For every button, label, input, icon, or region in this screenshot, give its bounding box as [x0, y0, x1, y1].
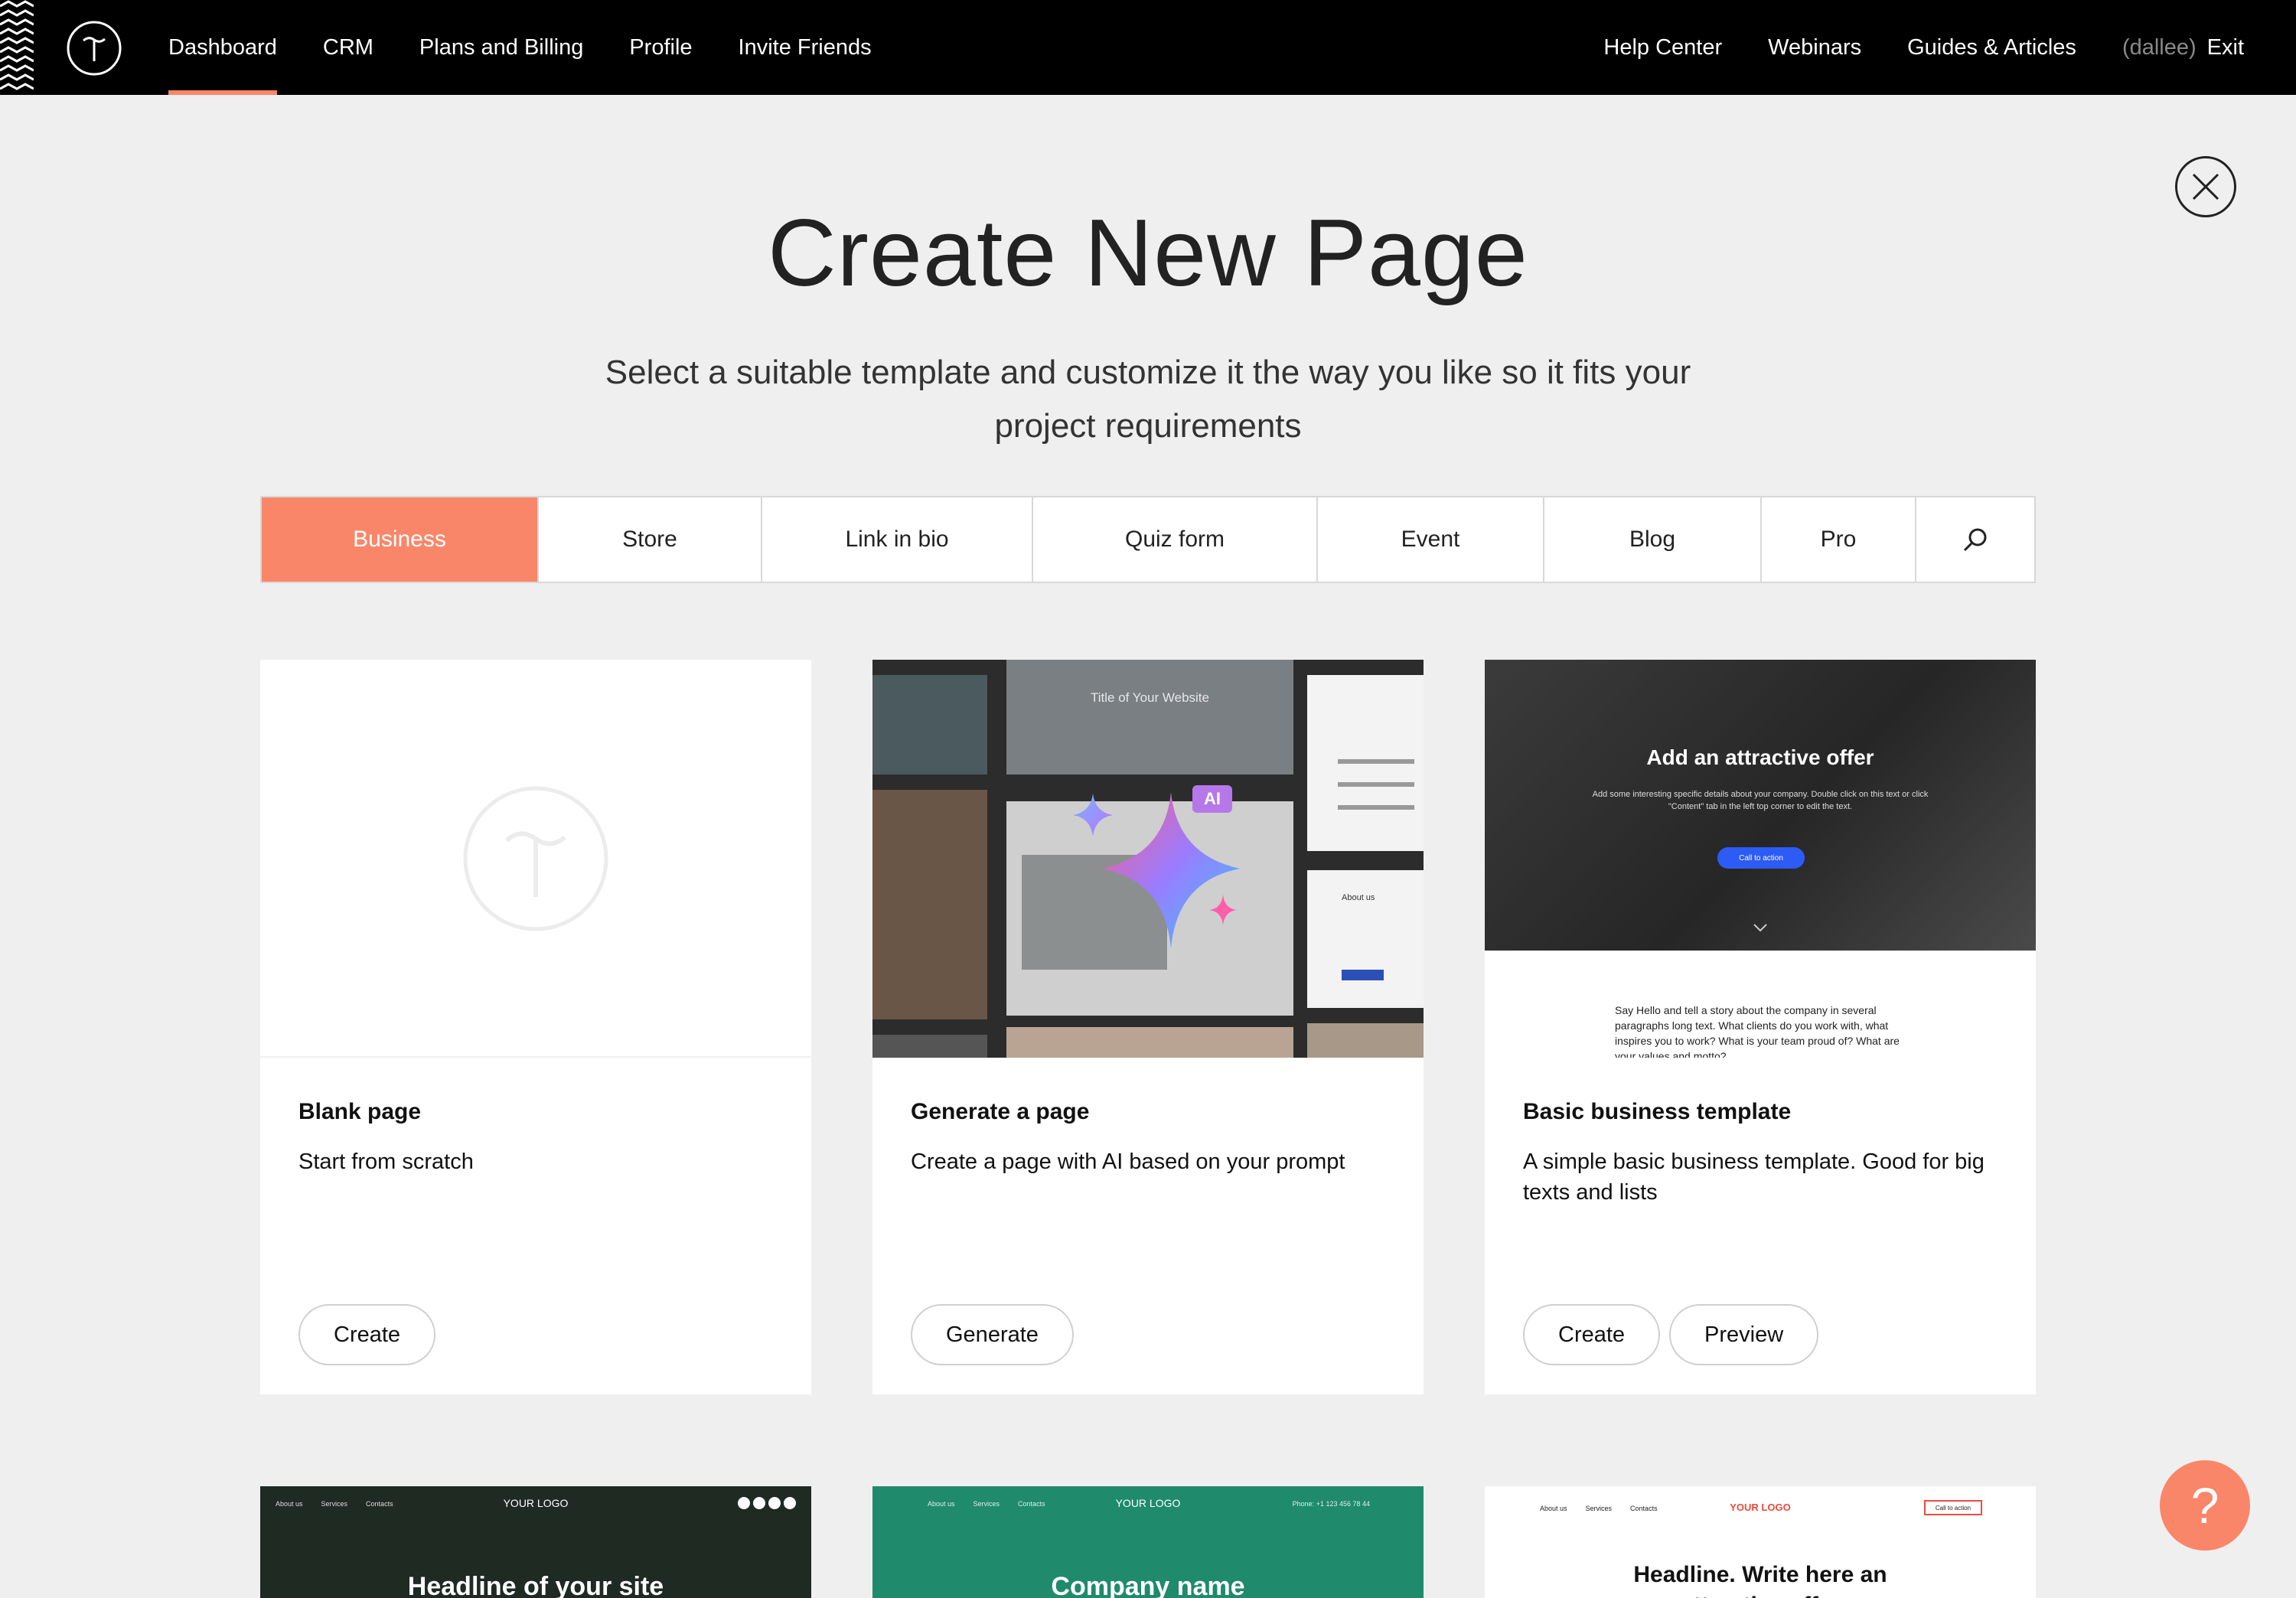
template-card-partial[interactable]: About us Services Contacts YOUR LOGO Headl…: [260, 1486, 811, 1598]
preview-about-panel: About us: [1307, 870, 1424, 1008]
secondary-nav: Help Center Webinars Guides & Articles (…: [1557, 0, 2244, 95]
template-card-generate[interactable]: Title of Your Website About us AI Genera…: [872, 660, 1424, 1394]
preview-about-label: About us: [1342, 893, 1375, 902]
nav-dashboard[interactable]: Dashboard: [168, 0, 277, 95]
username-label: (dallee): [2122, 34, 2197, 60]
template-card-blank[interactable]: Blank page Start from scratch Create: [260, 660, 811, 1394]
template-card-partial[interactable]: About us Services Contacts YOUR LOGO Call …: [1485, 1486, 2036, 1598]
tab-store[interactable]: Store: [539, 497, 762, 582]
chevron-down-icon: [1753, 924, 1767, 932]
page-subtitle: Select a suitable template and customize…: [605, 354, 1691, 445]
preview-headline: Company name: [1051, 1572, 1245, 1598]
preview-list-panel: [1307, 675, 1424, 851]
question-icon: ?: [2190, 1477, 2219, 1534]
card-description: A simple basic business template. Good f…: [1523, 1150, 1985, 1205]
tab-event[interactable]: Event: [1318, 497, 1544, 582]
preview-hero: Title of Your Website: [1006, 660, 1293, 775]
tab-pro[interactable]: Pro: [1762, 497, 1916, 582]
preview-phone: Phone: +1 123 456 78 44: [1292, 1500, 1370, 1508]
tab-business[interactable]: Business: [262, 497, 539, 582]
card-description: Start from scratch: [298, 1150, 474, 1174]
generate-button[interactable]: Generate: [911, 1304, 1074, 1365]
top-nav-bar: Dashboard CRM Plans and Billing Profile …: [0, 0, 2296, 95]
card-actions: Create: [298, 1304, 445, 1365]
preview-story-text: Say Hello and tell a story about the com…: [1615, 1004, 1900, 1058]
create-button[interactable]: Create: [298, 1304, 436, 1365]
card-description: Create a page with AI based on your prom…: [911, 1150, 1345, 1174]
ai-badge: AI: [1192, 785, 1232, 813]
card-title: Generate a page: [911, 1099, 1090, 1124]
main-nav: Dashboard CRM Plans and Billing Profile …: [168, 0, 918, 95]
zigzag-decoration-icon: [0, 0, 34, 90]
card-title: Blank page: [298, 1099, 422, 1124]
search-icon: [1963, 528, 1987, 552]
preview-photo: [1307, 1023, 1424, 1058]
preview-headline: Headline. Write here an attractive offer: [1633, 1562, 1887, 1598]
preview-headline: Add an attractive offer: [1646, 745, 1874, 769]
preview-cta: Call to action: [1924, 1500, 1982, 1515]
template-card-basic-business[interactable]: Add an attractive offer Add some interes…: [1485, 660, 2036, 1394]
preview-button[interactable]: Preview: [1669, 1304, 1819, 1365]
nav-webinars[interactable]: Webinars: [1768, 0, 1861, 95]
nav-crm[interactable]: CRM: [323, 0, 373, 95]
tab-link-in-bio[interactable]: Link in bio: [762, 497, 1033, 582]
social-icons: [738, 1497, 796, 1509]
preview-logo: YOUR LOGO: [503, 1497, 569, 1509]
tilda-logo-watermark-icon: [463, 786, 608, 931]
nav-invite-friends[interactable]: Invite Friends: [739, 0, 872, 95]
preview-photo: [1006, 1027, 1293, 1058]
card-actions: Generate: [911, 1304, 1083, 1365]
help-button[interactable]: ?: [2160, 1460, 2250, 1551]
preview-hero: Add an attractive offer Add some interes…: [1485, 660, 2036, 951]
tab-search[interactable]: [1916, 497, 2034, 582]
card-preview-ai: Title of Your Website About us AI: [872, 660, 1424, 1058]
nav-help-center[interactable]: Help Center: [1603, 0, 1722, 95]
tilda-logo-icon[interactable]: [66, 20, 122, 77]
preview-photo: [872, 675, 987, 775]
nav-profile[interactable]: Profile: [629, 0, 692, 95]
card-title: Basic business template: [1523, 1099, 1792, 1124]
card-actions: Create Preview: [1523, 1304, 1828, 1365]
preview-photo: [872, 1035, 987, 1058]
preview-headline: Headline of your site: [407, 1572, 664, 1598]
tab-blog[interactable]: Blog: [1544, 497, 1762, 582]
close-icon: [2192, 173, 2219, 201]
user-exit-group: (dallee) Exit: [2122, 0, 2244, 95]
nav-plans-billing[interactable]: Plans and Billing: [419, 0, 583, 95]
preview-photo: [872, 790, 987, 1019]
template-card-partial[interactable]: About us Services Contacts YOUR LOGO Phone…: [872, 1486, 1424, 1598]
preview-site-title: Title of Your Website: [1091, 690, 1209, 705]
card-preview-blank: [260, 660, 811, 1058]
nav-guides-articles[interactable]: Guides & Articles: [1907, 0, 2076, 95]
card-preview-business: Add an attractive offer Add some interes…: [1485, 660, 2036, 1058]
page-title: Create New Page: [768, 201, 1528, 306]
exit-link[interactable]: Exit: [2207, 35, 2244, 60]
category-tabs: Business Store Link in bio Quiz form Eve…: [260, 496, 2036, 583]
preview-body-text: Add some interesting specific details ab…: [1592, 790, 1929, 811]
preview-cta-button: Call to action: [1717, 847, 1805, 869]
tab-quiz-form[interactable]: Quiz form: [1033, 497, 1318, 582]
create-button[interactable]: Create: [1523, 1304, 1661, 1365]
